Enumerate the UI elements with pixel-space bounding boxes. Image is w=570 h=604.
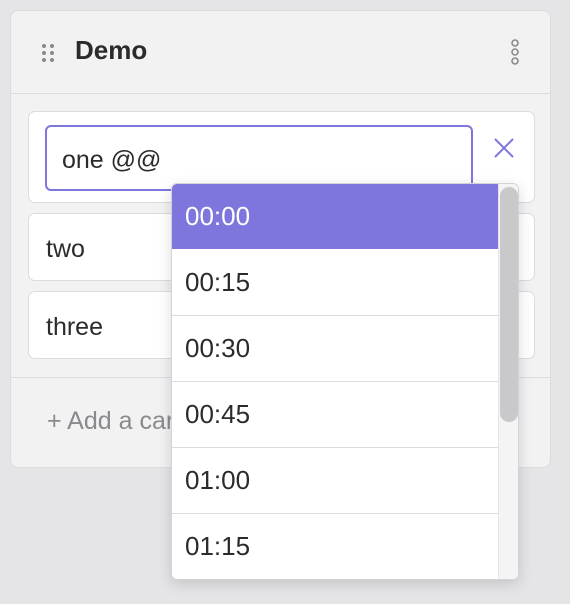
- card-title: two: [46, 235, 85, 263]
- time-option[interactable]: 00:00: [172, 184, 498, 250]
- card-title-input[interactable]: one @@: [45, 125, 473, 191]
- lane-header: Demo: [11, 11, 550, 94]
- card-input-value: one @@: [62, 146, 162, 174]
- time-dropdown: 00:00 00:15 00:30 00:45 01:00 01:15: [171, 183, 519, 580]
- time-option[interactable]: 00:15: [172, 250, 498, 316]
- time-option-list: 00:00 00:15 00:30 00:45 01:00 01:15: [172, 184, 498, 579]
- lane-title[interactable]: Demo: [75, 35, 147, 66]
- card-title: three: [46, 313, 103, 341]
- more-options-icon[interactable]: [506, 39, 524, 65]
- close-icon[interactable]: [492, 136, 516, 160]
- time-option[interactable]: 01:15: [172, 514, 498, 579]
- time-option[interactable]: 01:00: [172, 448, 498, 514]
- add-card-button[interactable]: + Add a card: [47, 407, 188, 436]
- drag-handle-icon[interactable]: [41, 43, 55, 63]
- dropdown-scrollbar[interactable]: [498, 184, 518, 579]
- time-option[interactable]: 00:45: [172, 382, 498, 448]
- time-option[interactable]: 00:30: [172, 316, 498, 382]
- scrollbar-thumb[interactable]: [500, 187, 518, 422]
